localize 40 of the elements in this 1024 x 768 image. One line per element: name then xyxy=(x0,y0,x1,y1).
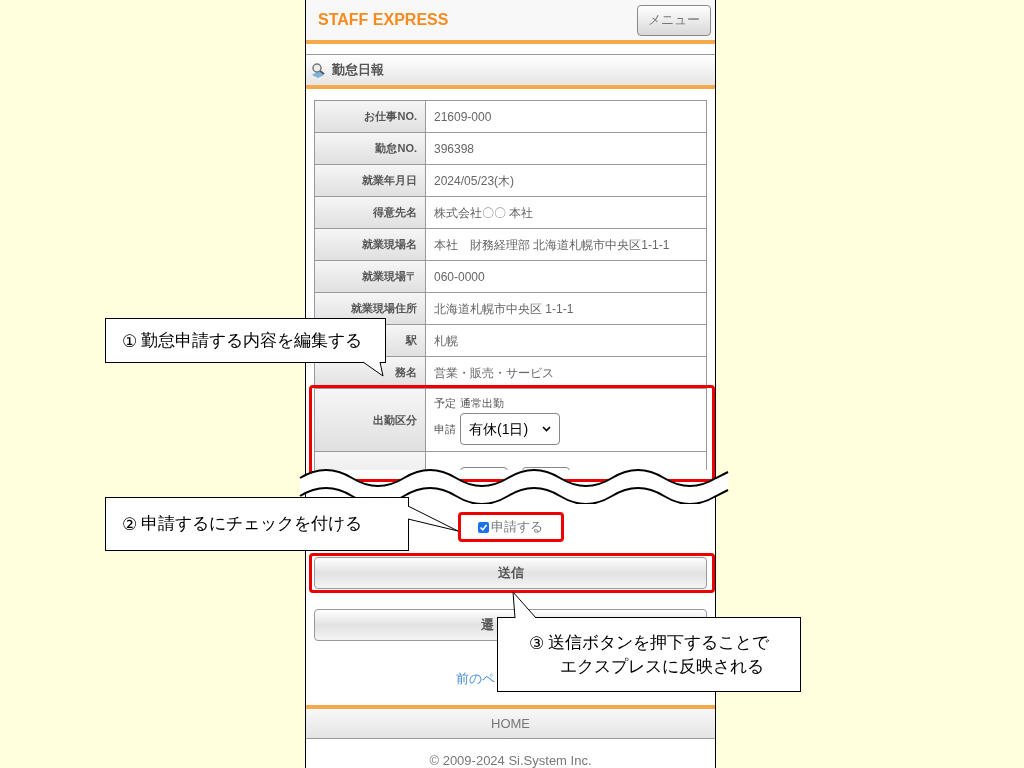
field-label: お仕事NO. xyxy=(364,109,417,125)
field-label: 就業現場住所 xyxy=(351,301,417,317)
page-title: 勤怠日報 xyxy=(332,61,384,80)
field-value: 060-0000 xyxy=(434,268,485,286)
field-label: 就業現場名 xyxy=(362,237,417,253)
callout-text: 勤怠申請する内容を編集する xyxy=(141,329,363,352)
checkbox[interactable] xyxy=(478,521,489,533)
copyright: © 2009-2024 Si.System Inc. xyxy=(428,752,593,768)
field-value: 札幌 xyxy=(434,332,458,350)
field-label: 就業年月日 xyxy=(362,173,417,189)
callout-text: 申請するにチェックを付ける xyxy=(141,513,363,535)
submit-button[interactable]: 送信 xyxy=(314,557,707,589)
attendance-select[interactable]: 有休(1日) xyxy=(460,413,560,446)
callout-text: エクスプレスに反映される xyxy=(560,655,764,678)
caret-icon xyxy=(542,426,551,433)
planned-label: 予定 xyxy=(434,395,456,411)
field-value: 北海道札幌市中央区 1-1-1 xyxy=(434,300,574,318)
request-label: 申請 xyxy=(434,422,456,437)
field-value: 株式会社〇〇 本社 xyxy=(434,204,534,222)
field-value: 本社 財務経理部 北海道札幌市中央区1-1-1 xyxy=(434,236,670,254)
menu-button[interactable]: メニュー xyxy=(637,4,711,36)
planned-value: 通常出勤 xyxy=(460,395,504,411)
field-label: 出勤区分 xyxy=(373,412,417,428)
home-bar[interactable]: HOME xyxy=(306,709,715,739)
field-value: 営業・販売・サービス xyxy=(434,364,554,382)
callout-text: 送信ボタンを押下することで xyxy=(548,631,770,654)
checkbox-label[interactable]: 申請する xyxy=(491,517,543,537)
field-label: 務名 xyxy=(395,365,417,381)
step-number: ② xyxy=(122,513,138,536)
field-value: 2024/05/23(木) xyxy=(434,172,515,190)
step-number: ③ xyxy=(528,631,545,655)
back-link[interactable]: 前のペ xyxy=(456,671,495,686)
step-number: ① xyxy=(122,329,138,353)
field-label: 勤怠NO. xyxy=(375,141,417,157)
field-value: 21609-000 xyxy=(434,108,492,126)
field-label: 得意先名 xyxy=(373,205,417,221)
field-label: 駅 xyxy=(406,333,417,349)
field-value: 396398 xyxy=(434,140,475,158)
field-label: 就業現場〒 xyxy=(362,269,417,285)
logo: STAFF EXPRESS xyxy=(318,10,449,30)
